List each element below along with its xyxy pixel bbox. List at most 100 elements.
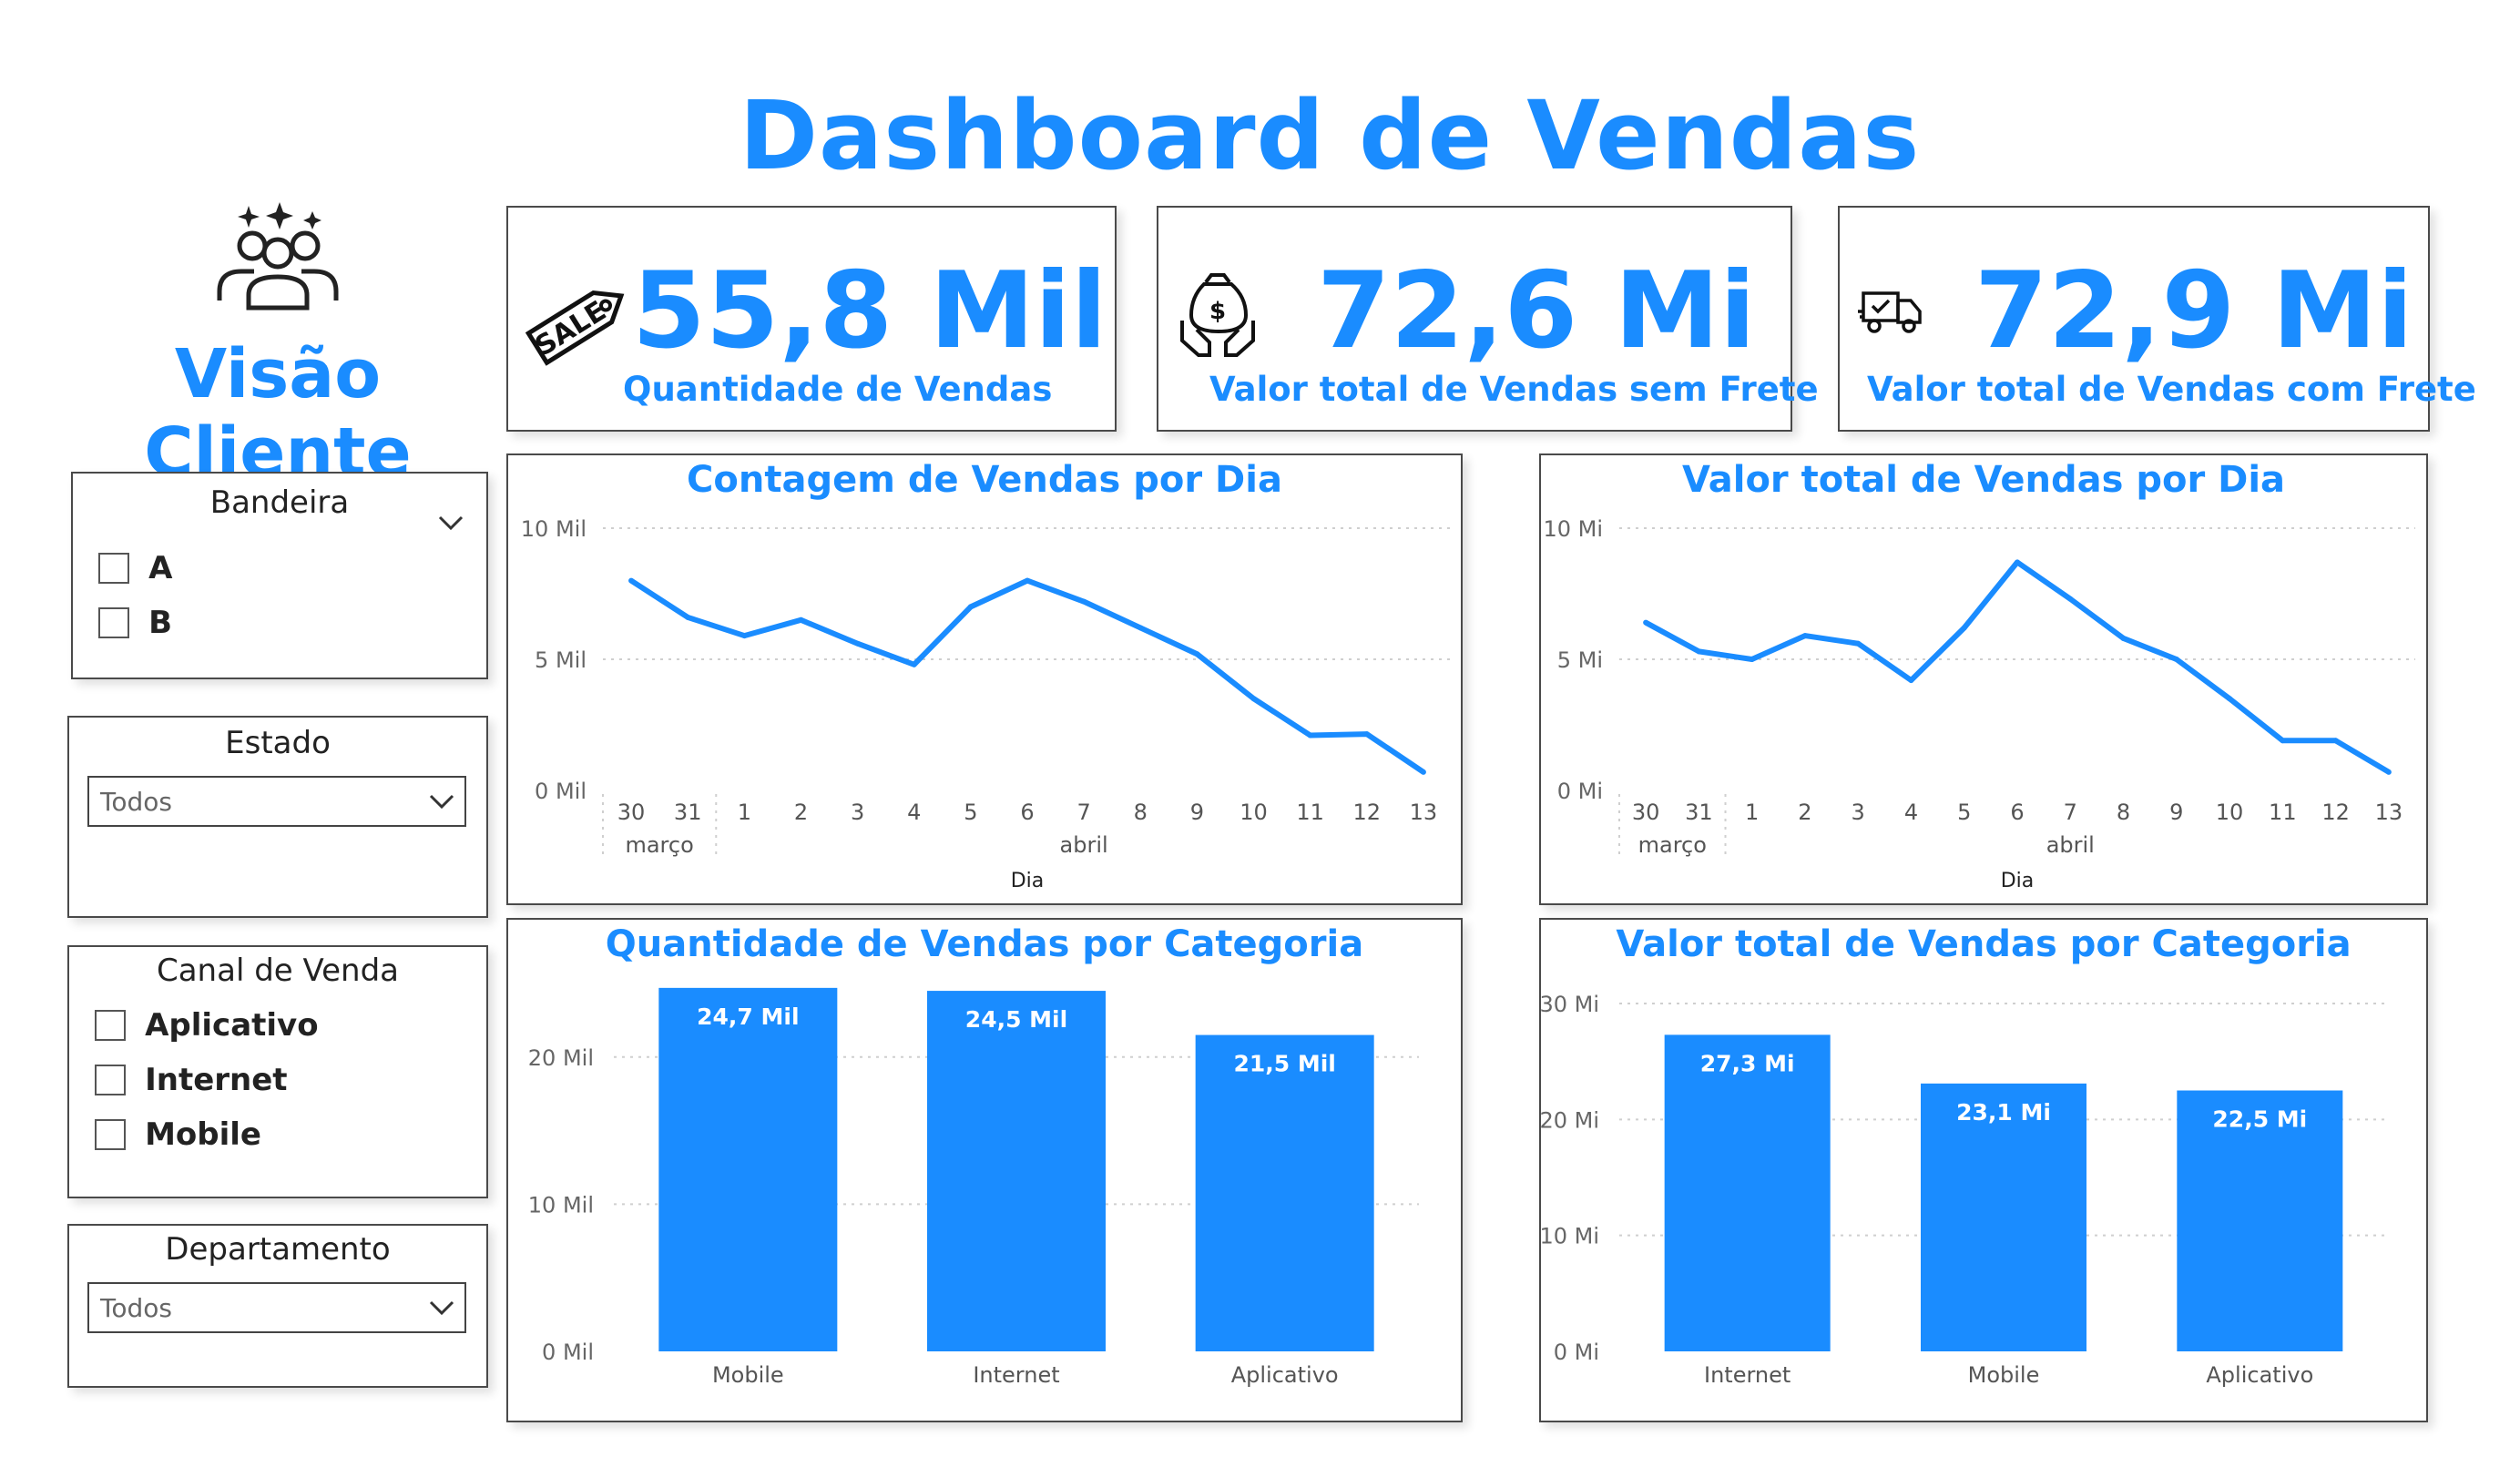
x-tick-label: 2 <box>794 800 808 825</box>
x-axis-title: Dia <box>1011 870 1045 892</box>
x-tick-label: 10 <box>1240 800 1268 825</box>
data-point <box>628 577 635 584</box>
x-tick-label: 30 <box>617 800 646 825</box>
x-tick-label: 30 <box>1632 800 1660 825</box>
y-tick-label: 0 Mi <box>1554 1340 1599 1365</box>
data-point <box>1749 657 1755 662</box>
kpi-value: 55,8 Mil <box>632 250 1107 372</box>
kpi-value: 72,6 Mi <box>1317 250 1756 372</box>
bandeira-option-b[interactable]: B <box>98 605 172 641</box>
month-label: abril <box>2046 832 2095 858</box>
x-tick-label: 8 <box>1134 800 1148 825</box>
chevron-down-icon <box>429 1300 454 1316</box>
checkbox[interactable] <box>95 1010 126 1041</box>
x-tick-label: Internet <box>1704 1362 1791 1388</box>
data-point <box>1908 678 1914 684</box>
month-label: março <box>625 832 693 858</box>
month-label: março <box>1638 832 1707 858</box>
data-point <box>798 616 804 623</box>
x-tick-label: 1 <box>738 800 751 825</box>
checkbox[interactable] <box>98 607 129 638</box>
x-tick-label: 31 <box>1685 800 1713 825</box>
chart-card-valor-categoria: Valor total de Vendas por Categoria 0 Mi… <box>1539 918 2428 1422</box>
option-label: Aplicativo <box>145 1007 319 1044</box>
estado-slicer: Estado Todos <box>67 716 488 918</box>
line-chart-valor: 0 Mi5 Mi10 Mi30 31 1 2 3 4 5 6 7 8 9 10 11 12 13março a… <box>1543 516 2415 892</box>
bar-data-label: 21,5 Mil <box>1233 1051 1335 1077</box>
checkbox[interactable] <box>95 1119 126 1150</box>
canal-slicer: Canal de Venda Aplicativo Internet Mobil… <box>67 945 488 1198</box>
dropdown-value: Todos <box>100 1293 172 1323</box>
data-point <box>1801 633 1808 639</box>
y-tick-label: 0 Mi <box>1557 779 1603 804</box>
data-point <box>1307 732 1313 739</box>
canal-option-aplicativo[interactable]: Aplicativo <box>95 1007 319 1044</box>
series-line <box>629 577 1425 775</box>
series-line <box>1644 559 2391 775</box>
data-point <box>2385 769 2392 775</box>
canal-option-mobile[interactable]: Mobile <box>95 1116 261 1153</box>
data-point <box>1961 625 1967 631</box>
data-point <box>1025 577 1030 584</box>
departamento-dropdown[interactable]: Todos <box>87 1282 466 1333</box>
bandeira-title: Bandeira <box>209 484 350 521</box>
y-tick-label: 10 Mil <box>528 1192 594 1218</box>
bar-chart-quantidade: 0 Mil 10 Mil 20 Mil 24,7 Mil Mobile 24,5 Mil I… <box>528 987 1419 1388</box>
y-tick-label: 20 Mi <box>1541 1107 1599 1133</box>
checkbox[interactable] <box>95 1065 126 1095</box>
x-axis-title: Dia <box>2001 870 2035 892</box>
data-point <box>741 633 748 639</box>
data-point <box>2067 596 2074 602</box>
line-chart-contagem: 0 Mil5 Mil10 Mil30 31 1 2 3 4 5 6 7 8 9 10 11 12 13mar… <box>521 516 1452 892</box>
y-tick-label: 10 Mil <box>521 516 587 542</box>
y-tick-label: 5 Mi <box>1557 647 1603 673</box>
x-tick-label: 5 <box>1957 800 1971 825</box>
chevron-down-icon[interactable] <box>437 514 464 532</box>
option-label: A <box>148 550 173 586</box>
estado-title: Estado <box>225 725 331 761</box>
kpi-card-sem-frete: $ 72,6 Mi Valor total de Vendas sem Fret… <box>1157 206 1819 432</box>
bar <box>1195 1034 1374 1351</box>
bandeira-option-a[interactable]: A <box>98 550 172 586</box>
data-point <box>1081 598 1087 605</box>
data-point <box>1250 696 1257 702</box>
checkbox[interactable] <box>98 553 129 584</box>
data-point <box>1855 640 1862 647</box>
kpi-value: 72,9 Mi <box>1974 250 2413 372</box>
bar-data-label: 22,5 Mi <box>2212 1106 2307 1133</box>
bar <box>927 991 1106 1351</box>
y-tick-label: 0 Mil <box>542 1340 594 1365</box>
x-tick-label: 3 <box>1852 800 1865 825</box>
chart-card-quantidade-categoria: Quantidade de Vendas por Categoria 0 Mil… <box>506 918 1463 1422</box>
x-tick-label: 4 <box>907 800 921 825</box>
data-point <box>1696 648 1702 655</box>
bar-data-label: 23,1 Mi <box>1956 1099 2051 1126</box>
sidebar-heading: Visão Cliente <box>144 335 412 492</box>
y-tick-label: 10 Mi <box>1541 1224 1599 1249</box>
data-point <box>1420 769 1426 775</box>
kpi-label: Valor total de Vendas com Frete <box>1867 370 2476 409</box>
data-point <box>2227 696 2233 702</box>
bar-data-label: 27,3 Mi <box>1700 1050 1795 1076</box>
svg-text:$: $ <box>1209 298 1226 325</box>
canal-option-internet[interactable]: Internet <box>95 1062 288 1098</box>
data-point <box>2015 559 2020 565</box>
data-point <box>685 614 691 620</box>
canal-title: Canal de Venda <box>156 953 400 989</box>
x-tick-label: 6 <box>1020 800 1034 825</box>
x-tick-label: 7 <box>1076 800 1090 825</box>
option-label: B <box>148 605 173 641</box>
x-tick-label: 11 <box>1296 800 1324 825</box>
y-tick-label: 20 Mil <box>528 1045 594 1071</box>
data-point <box>1643 619 1649 626</box>
option-label: Internet <box>145 1062 288 1098</box>
x-tick-label: 12 <box>2321 800 2350 825</box>
x-tick-label: Mobile <box>712 1362 784 1388</box>
x-tick-label: 8 <box>2117 800 2130 825</box>
y-tick-label: 30 Mi <box>1541 992 1599 1017</box>
month-label: abril <box>1060 832 1108 858</box>
data-point <box>1194 651 1200 657</box>
x-tick-label: 3 <box>851 800 864 825</box>
money-hands-icon: $ <box>1180 273 1255 357</box>
estado-dropdown[interactable]: Todos <box>87 776 466 827</box>
